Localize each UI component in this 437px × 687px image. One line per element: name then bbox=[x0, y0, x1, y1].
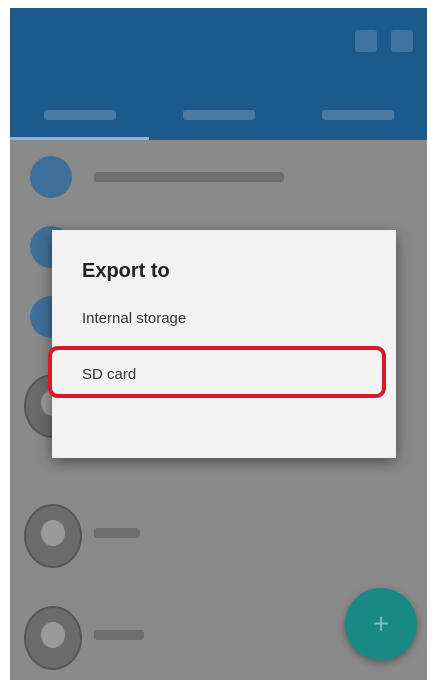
list-item-label bbox=[94, 172, 284, 182]
export-dialog: Export to Internal storage SD card bbox=[48, 230, 396, 458]
avatar bbox=[24, 504, 82, 568]
list-item-label bbox=[94, 630, 144, 640]
option-internal-storage[interactable]: Internal storage bbox=[52, 292, 396, 344]
overflow-menu-icon[interactable] bbox=[391, 30, 413, 52]
tab-bar bbox=[10, 90, 427, 140]
option-label: Internal storage bbox=[82, 309, 187, 327]
tab-1[interactable] bbox=[10, 90, 149, 140]
contact-icon bbox=[30, 156, 72, 198]
option-disabled bbox=[52, 406, 396, 458]
selection-highlight bbox=[48, 346, 386, 398]
list-item[interactable] bbox=[10, 144, 427, 214]
app-bar bbox=[10, 8, 427, 140]
search-icon[interactable] bbox=[355, 30, 377, 52]
list-item-label bbox=[94, 528, 140, 538]
add-contact-button[interactable]: + bbox=[345, 588, 417, 660]
tab-3[interactable] bbox=[288, 90, 427, 140]
tab-2[interactable] bbox=[149, 90, 288, 140]
dialog-title: Export to bbox=[82, 260, 170, 282]
tab-label bbox=[43, 110, 116, 120]
plus-icon: + bbox=[372, 608, 390, 639]
option-sd-card[interactable]: SD card bbox=[48, 346, 396, 400]
tab-label bbox=[182, 110, 255, 120]
avatar bbox=[24, 606, 82, 670]
appbar-actions bbox=[355, 30, 413, 52]
tab-label bbox=[321, 110, 394, 120]
list-item[interactable] bbox=[10, 500, 427, 570]
